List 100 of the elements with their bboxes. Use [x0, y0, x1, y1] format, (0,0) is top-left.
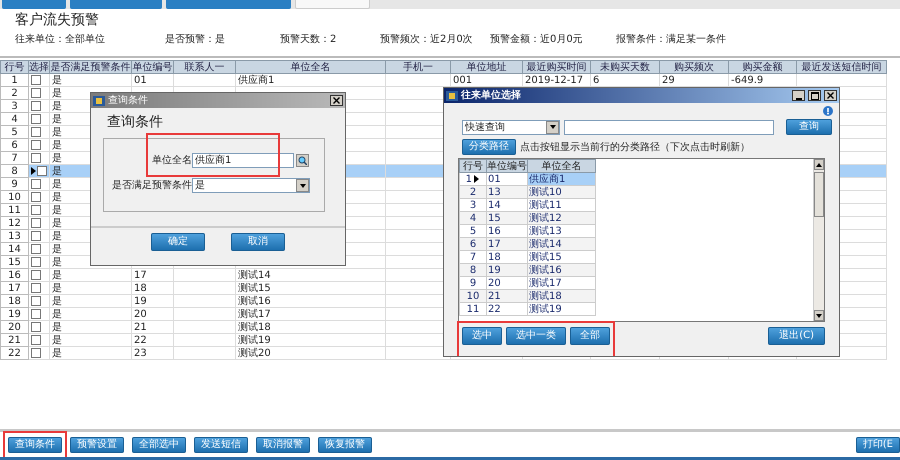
row-number: 9: [470, 278, 476, 288]
column-header[interactable]: 是否满足预警条件: [50, 60, 132, 74]
checkbox[interactable]: [31, 348, 41, 358]
table-cell: 测试12: [528, 212, 596, 224]
help-icon[interactable]: [823, 106, 833, 116]
checkbox[interactable]: [31, 296, 41, 306]
checkbox[interactable]: [31, 308, 41, 319]
table-cell: 测试17: [528, 276, 596, 290]
column-header[interactable]: 购买频次: [660, 60, 728, 74]
checkbox[interactable]: [31, 204, 41, 215]
checkbox[interactable]: [31, 244, 41, 254]
minimize-button[interactable]: [792, 90, 805, 101]
scrollbar[interactable]: [813, 159, 824, 321]
checkbox[interactable]: [31, 256, 41, 267]
table-cell: 是: [50, 74, 132, 86]
row-number: 10: [0, 190, 28, 204]
column-header[interactable]: 单位全名: [528, 160, 596, 172]
checkbox[interactable]: [31, 270, 41, 280]
table-cell: 测试18: [528, 290, 596, 302]
column-header[interactable]: 单位编号: [486, 160, 528, 172]
checkbox[interactable]: [31, 88, 41, 98]
dropdown[interactable]: 是: [192, 178, 310, 193]
dialog-button[interactable]: 确定: [151, 233, 205, 251]
toolbar-button[interactable]: 发送短信: [194, 436, 248, 452]
window-icon: [93, 95, 105, 106]
checkbox[interactable]: [31, 114, 41, 124]
row-number: 20: [0, 320, 28, 334]
checkbox[interactable]: [31, 178, 41, 189]
column-header[interactable]: 单位编号: [132, 60, 174, 74]
dialog-button[interactable]: 选中一类: [506, 327, 566, 345]
dialog-button[interactable]: 取消: [231, 233, 285, 251]
column-header[interactable]: 行号: [0, 60, 28, 74]
column-header[interactable]: 购买金额: [728, 60, 796, 74]
table-cell: 测试16: [528, 264, 596, 276]
column-header[interactable]: 单位地址: [450, 60, 522, 74]
path-button[interactable]: 分类路径: [462, 139, 516, 155]
maximize-button[interactable]: [808, 90, 821, 101]
checkbox[interactable]: [31, 140, 41, 150]
hint-text: 点击按钮显示当前行的分类路径（下次点击时刷新）: [520, 140, 750, 154]
checkbox[interactable]: [31, 334, 41, 345]
column-header[interactable]: 未购买天数: [590, 60, 660, 74]
table-cell: 测试18: [236, 320, 386, 334]
print-button[interactable]: 打印(E: [856, 436, 900, 452]
table-cell: 23: [132, 346, 174, 360]
table-cell: 测试14: [236, 268, 386, 282]
filter-text: 预警金额：近0月0元: [490, 32, 584, 46]
table-cell: 测试14: [528, 238, 596, 250]
checkbox[interactable]: [31, 282, 41, 293]
page-title: 客户流失预警: [14, 11, 100, 30]
toolbar-button[interactable]: 恢复报警: [318, 436, 372, 452]
exit-button[interactable]: 退出(C): [768, 327, 825, 345]
close-button[interactable]: [824, 90, 837, 101]
dialog-button[interactable]: 全部: [570, 327, 610, 345]
close-button[interactable]: [330, 95, 343, 106]
table-cell: 是: [50, 268, 132, 282]
dropdown[interactable]: 快速查询: [462, 120, 560, 134]
search-field[interactable]: [564, 120, 774, 134]
down-arrow-icon: [816, 314, 822, 318]
scroll-up-button[interactable]: [814, 159, 824, 170]
up-arrow-icon: [816, 162, 822, 166]
column-header[interactable]: 联系人一: [174, 60, 236, 74]
row-number: 2: [470, 186, 476, 198]
table-cell: 测试20: [236, 346, 386, 360]
toolbar-button[interactable]: 全部选中: [132, 436, 186, 452]
column-header[interactable]: 行号: [460, 160, 486, 172]
toolbar-button[interactable]: 取消报警: [256, 436, 310, 452]
search-button[interactable]: 查询: [786, 119, 832, 135]
search-field[interactable]: 供应商1: [192, 153, 294, 168]
table-cell: 01: [132, 74, 174, 86]
checkbox[interactable]: [31, 218, 41, 228]
window-icon: [446, 90, 458, 101]
checkbox[interactable]: [31, 322, 41, 332]
row-number: 3: [0, 100, 28, 112]
table-cell: 17: [132, 268, 174, 282]
checkbox[interactable]: [31, 100, 41, 111]
column-header[interactable]: 最近发送短信时间: [796, 60, 886, 74]
scroll-thumb[interactable]: [814, 172, 824, 217]
checkbox[interactable]: [31, 152, 41, 163]
table-cell: 20: [132, 308, 174, 320]
column-header[interactable]: 最近购买时间: [522, 60, 590, 74]
row-number: 11: [466, 304, 480, 314]
search-button[interactable]: [296, 154, 309, 167]
column-header[interactable]: 选择: [28, 60, 50, 74]
row-number: 18: [0, 294, 28, 308]
column-header[interactable]: 手机一: [386, 60, 450, 74]
checkbox[interactable]: [31, 74, 41, 85]
row-number: 19: [0, 308, 28, 320]
checkbox[interactable]: [37, 166, 47, 176]
table-cell: 16: [486, 224, 528, 238]
table-cell: 15: [486, 212, 528, 224]
table-cell: 是: [50, 294, 132, 308]
scroll-down-button[interactable]: [814, 310, 824, 321]
toolbar-button[interactable]: 预警设置: [70, 436, 124, 452]
checkbox[interactable]: [31, 230, 41, 241]
row-number: 4: [470, 212, 476, 224]
column-header[interactable]: 单位全名: [236, 60, 386, 74]
checkbox[interactable]: [31, 126, 41, 137]
checkbox[interactable]: [31, 192, 41, 202]
toolbar-button[interactable]: 查询条件: [8, 436, 62, 452]
dialog-button[interactable]: 选中: [462, 327, 502, 345]
